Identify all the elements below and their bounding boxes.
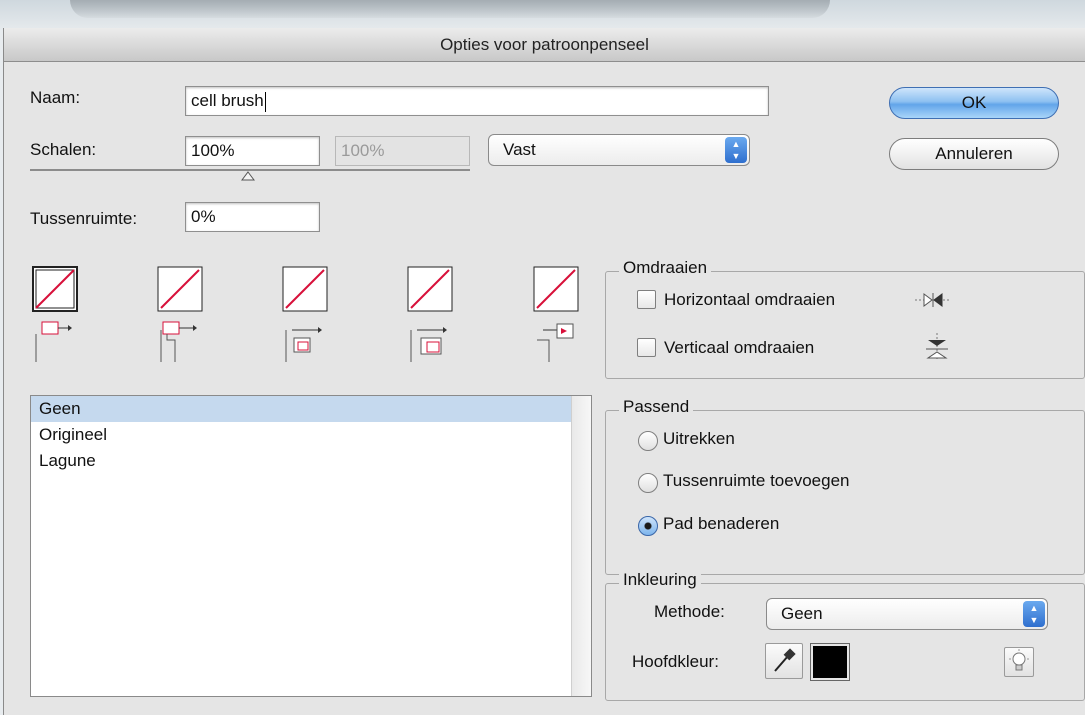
flip-vertical-checkbox[interactable] <box>637 338 656 357</box>
pattern-list[interactable]: Geen Origineel Lagune <box>30 395 592 697</box>
fit-radio-button[interactable] <box>638 431 658 451</box>
eyedropper-icon <box>774 648 796 672</box>
key-color-label: Hoofdkleur: <box>632 652 719 671</box>
key-color-swatch[interactable] <box>810 643 850 681</box>
flip-horizontal-checkbox[interactable] <box>637 290 656 309</box>
outer-corner-tile[interactable] <box>157 266 203 312</box>
inner-corner-tile[interactable] <box>282 266 328 312</box>
flip-vertical-label: Verticaal omdraaien <box>664 338 815 357</box>
side-tile-icon <box>35 321 72 362</box>
popup-stepper-icon: ▲ ▼ <box>1023 601 1045 627</box>
spacing-field[interactable]: 0% <box>185 202 320 232</box>
cancel-button[interactable]: Annuleren <box>889 138 1059 170</box>
eyedropper-button[interactable] <box>765 643 803 679</box>
scale-field[interactable]: 100% <box>185 136 320 166</box>
method-popup[interactable]: Geen ▲ ▼ <box>766 598 1048 630</box>
scale-max-field: 100% <box>335 136 470 166</box>
flip-horizontal-label: Horizontaal omdraaien <box>664 290 836 309</box>
fit-radio-button[interactable] <box>638 473 658 493</box>
start-tile[interactable] <box>407 266 453 312</box>
fit-option-label: Tussenruimte toevoegen <box>663 471 850 490</box>
flip-vertical-icon <box>926 333 948 361</box>
backdrop-shadow <box>70 0 830 18</box>
fit-option-label: Uitrekken <box>663 429 735 448</box>
method-value: Geen <box>781 604 823 623</box>
list-scrollbar[interactable] <box>571 396 591 696</box>
dialog-title: Opties voor patroonpenseel <box>4 28 1085 62</box>
method-label: Methode: <box>654 602 725 621</box>
start-tile-icon <box>410 327 447 362</box>
flip-horizontal-icon <box>915 293 949 307</box>
fit-radio-button[interactable] <box>638 516 658 536</box>
pattern-list-item[interactable]: Geen <box>31 396 591 422</box>
scale-mode-value: Vast <box>503 140 536 159</box>
side-tile[interactable] <box>32 266 78 312</box>
popup-stepper-icon: ▲ ▼ <box>725 137 747 163</box>
pattern-brush-options-dialog: Opties voor patroonpenseel Naam: cell br… <box>3 28 1085 715</box>
pattern-list-item[interactable]: Origineel <box>31 422 591 448</box>
name-field[interactable]: cell brush <box>185 86 769 116</box>
scale-slider-thumb-icon[interactable] <box>241 171 255 181</box>
lightbulb-icon <box>1009 649 1029 671</box>
fit-option-label: Pad benaderen <box>663 514 780 533</box>
scale-mode-popup[interactable]: Vast ▲ ▼ <box>488 134 750 166</box>
ok-button[interactable]: OK <box>889 87 1059 119</box>
outer-corner-tile-icon <box>160 321 197 362</box>
inner-corner-tile-icon <box>285 327 322 362</box>
name-label: Naam: <box>30 88 81 107</box>
name-field-value: cell brush <box>191 91 264 110</box>
end-tile-icon <box>537 323 574 362</box>
flip-group-title: Omdraaien <box>619 258 712 278</box>
end-tile[interactable] <box>533 266 579 312</box>
scale-label: Schalen: <box>30 140 97 159</box>
key-color-fill <box>813 646 847 678</box>
pattern-list-item[interactable]: Lagune <box>31 448 591 474</box>
fit-group-title: Passend <box>619 397 694 417</box>
spacing-label: Tussenruimte: <box>30 209 138 228</box>
tips-button[interactable] <box>1004 647 1034 677</box>
flip-group <box>605 271 1085 379</box>
text-caret <box>264 91 266 112</box>
colorization-group-title: Inkleuring <box>619 570 701 590</box>
